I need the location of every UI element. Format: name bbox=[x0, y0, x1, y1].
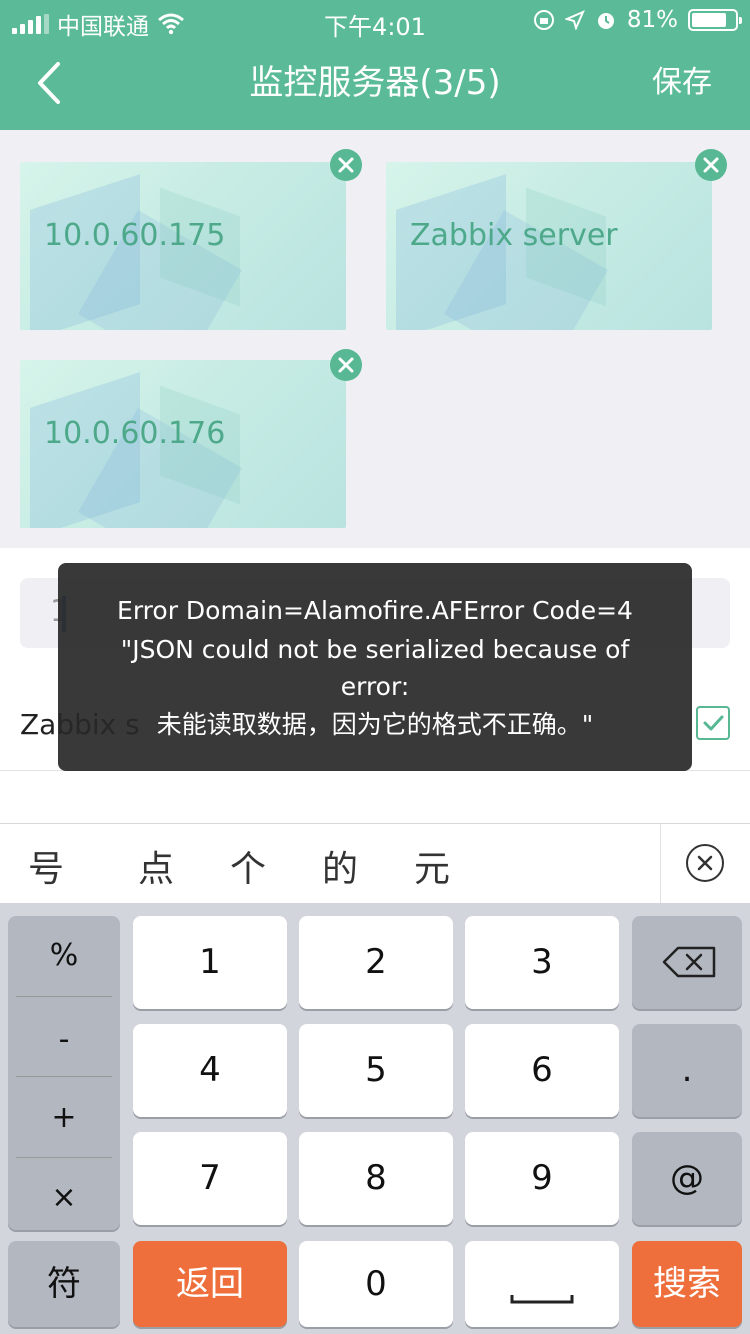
remove-server-button[interactable] bbox=[330, 349, 362, 381]
back-key[interactable]: 返回 bbox=[133, 1241, 287, 1327]
candidate-word[interactable]: 个 bbox=[230, 840, 266, 892]
toast-line: error: bbox=[340, 672, 410, 701]
server-card-label: 10.0.60.176 bbox=[44, 416, 226, 451]
backspace-button[interactable] bbox=[632, 916, 742, 1009]
close-icon bbox=[338, 157, 354, 173]
key-8[interactable]: 8 bbox=[299, 1132, 453, 1225]
close-icon bbox=[697, 855, 713, 871]
header: 中国联通 下午4:01 81% 监控服务器(3/5) 保存 bbox=[0, 0, 750, 130]
key-5[interactable]: 5 bbox=[299, 1024, 453, 1117]
toast-line: 未能读取数据，因为它的格式不正确。" bbox=[156, 710, 594, 739]
status-bar: 中国联通 下午4:01 81% bbox=[0, 0, 750, 41]
remove-server-button[interactable] bbox=[330, 149, 362, 181]
backspace-icon bbox=[662, 946, 716, 978]
candidate-word[interactable]: 元 bbox=[414, 840, 450, 892]
numeric-keyboard: % - + × 1 2 3 4 5 6 . 7 8 9 @ 符 返回 0 搜索 bbox=[0, 903, 750, 1334]
symbols-key[interactable]: 符 bbox=[8, 1241, 120, 1327]
server-card-label: 10.0.60.175 bbox=[44, 218, 226, 253]
key-dot[interactable]: . bbox=[632, 1024, 742, 1117]
server-card: Zabbix server bbox=[386, 162, 712, 330]
key-6[interactable]: 6 bbox=[465, 1024, 619, 1117]
battery-percent: 81% bbox=[626, 7, 678, 33]
chevron-left-icon bbox=[38, 62, 60, 104]
candidate-word[interactable]: 的 bbox=[322, 840, 358, 892]
candidate-bar: 号 点 个 的 元 bbox=[0, 823, 750, 904]
space-icon bbox=[510, 1295, 574, 1304]
save-button[interactable]: 保存 bbox=[652, 62, 712, 104]
key-2[interactable]: 2 bbox=[299, 916, 453, 1009]
key-1[interactable]: 1 bbox=[133, 916, 287, 1009]
key-0[interactable]: 0 bbox=[299, 1241, 453, 1327]
space-key[interactable] bbox=[465, 1241, 619, 1327]
key-minus[interactable]: - bbox=[8, 1022, 120, 1102]
location-icon bbox=[564, 10, 585, 30]
server-card: 10.0.60.175 bbox=[20, 162, 346, 330]
alarm-icon bbox=[597, 13, 614, 29]
candidate-word[interactable]: 点 bbox=[138, 840, 174, 892]
close-candidates-button[interactable] bbox=[686, 844, 724, 882]
selected-servers: 10.0.60.175 Zabbix server 10.0.60.176 bbox=[0, 130, 750, 548]
back-button[interactable] bbox=[30, 58, 74, 108]
key-9[interactable]: 9 bbox=[465, 1132, 619, 1225]
server-card: 10.0.60.176 bbox=[20, 360, 346, 528]
page-title: 监控服务器(3/5) bbox=[249, 63, 501, 103]
symbol-column: % - + × bbox=[8, 916, 120, 1230]
key-3[interactable]: 3 bbox=[465, 916, 619, 1009]
rotation-lock-icon bbox=[533, 10, 554, 30]
key-plus[interactable]: + bbox=[8, 1100, 120, 1180]
server-card-label: Zabbix server bbox=[410, 218, 618, 253]
divider bbox=[660, 824, 661, 904]
close-icon bbox=[338, 357, 354, 373]
toast-line: "JSON could not be serialized because of bbox=[120, 635, 630, 664]
error-toast: Error Domain=Alamofire.AFError Code=4 "J… bbox=[58, 563, 692, 771]
list-item-checkbox[interactable] bbox=[696, 706, 730, 740]
key-4[interactable]: 4 bbox=[133, 1024, 287, 1117]
key-7[interactable]: 7 bbox=[133, 1132, 287, 1225]
battery-icon bbox=[688, 9, 742, 31]
candidate-word[interactable]: 号 bbox=[28, 840, 64, 892]
search-key[interactable]: 搜索 bbox=[632, 1241, 742, 1327]
key-percent[interactable]: % bbox=[8, 938, 120, 1018]
remove-server-button[interactable] bbox=[695, 149, 727, 181]
toast-line: Error Domain=Alamofire.AFError Code=4 bbox=[117, 596, 633, 625]
close-icon bbox=[703, 157, 719, 173]
check-icon bbox=[703, 715, 724, 731]
key-at[interactable]: @ bbox=[632, 1132, 742, 1225]
